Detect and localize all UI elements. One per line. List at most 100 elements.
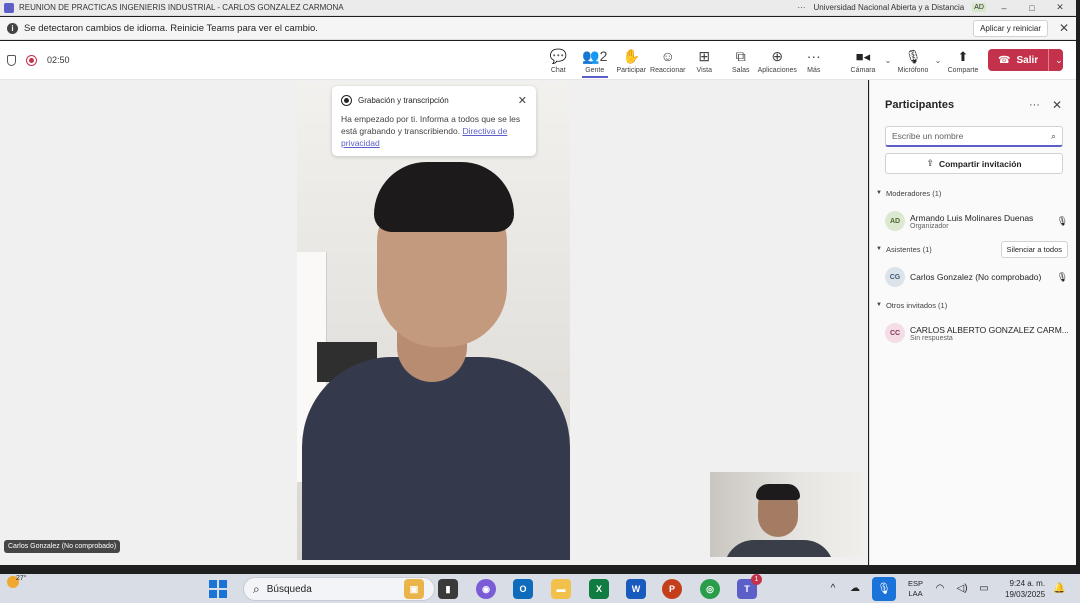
tool-chat-button[interactable]: 💬 Chat	[540, 41, 577, 80]
section-label: Asistentes (1)	[885, 244, 932, 254]
video-person-hair	[374, 162, 514, 232]
lang-top: ESP	[908, 578, 924, 588]
leave-chevron-down-icon[interactable]: ⌄	[1055, 55, 1063, 66]
section-label: Moderadores (1)	[885, 188, 942, 198]
org-avatar-badge[interactable]: AD	[972, 3, 986, 12]
taskbar-search-label: Búsqueda	[266, 583, 312, 595]
section-moderators[interactable]: ▼ Moderadores (1)	[870, 182, 1076, 204]
weather-widget[interactable]: 27°	[7, 575, 27, 588]
word-icon[interactable]: W	[626, 579, 646, 599]
info-icon: i	[7, 22, 18, 34]
apply-restart-button[interactable]: Aplicar y reiniciar	[973, 19, 1048, 37]
apps-icon: ⊕	[771, 47, 784, 64]
tool-apps-button[interactable]: ⊕ Aplicaciones	[757, 41, 797, 80]
rooms-icon: ⧉	[735, 47, 746, 64]
camera-button[interactable]: ■◂ Cámara ⌄	[844, 41, 894, 80]
titlebar-more-icon[interactable]: ···	[798, 3, 806, 12]
start-tile	[218, 580, 227, 589]
tool-raise-hand-button[interactable]: ✋ Participar	[613, 41, 650, 80]
system-clock[interactable]: 9:24 a. m. 19/03/2025	[1005, 578, 1045, 600]
leave-label: Salir	[1016, 54, 1039, 66]
window-titlebar: REUNION DE PRACTICAS INGENIERIS INDUSTRI…	[0, 0, 1076, 16]
microphone-icon[interactable]: 🎙	[1057, 216, 1068, 227]
participant-row[interactable]: CC CARLOS ALBERTO GONZALEZ CARM... Sin r…	[870, 316, 1076, 350]
notification-bell-icon[interactable]: 🔔	[1053, 583, 1065, 594]
tool-view-button[interactable]: ⊞ Vista	[686, 41, 723, 80]
chat-icon: 💬	[549, 47, 567, 64]
people-icon: 👥2	[582, 47, 608, 64]
tool-label: Chat	[550, 66, 566, 74]
language-change-notice: i Se detectaron cambios de idioma. Reini…	[0, 17, 1076, 40]
mic-button[interactable]: 🎙 Micrófono ⌄	[894, 41, 944, 80]
mic-chevron-down-icon[interactable]: ⌄	[932, 56, 944, 65]
microphone-in-use-icon[interactable]: 🎙	[872, 576, 896, 601]
microphone-icon[interactable]: 🎙	[1057, 272, 1068, 283]
avatar: CC	[885, 323, 905, 343]
shield-icon[interactable]	[7, 54, 16, 66]
file-explorer-icon[interactable]: ▬	[551, 579, 571, 599]
input-language[interactable]: ESP LAA	[908, 579, 923, 599]
excel-icon[interactable]: X	[589, 579, 609, 599]
mic-label: Micrófono	[897, 66, 929, 74]
org-name[interactable]: Universidad Nacional Abierta y a Distanc…	[814, 3, 965, 12]
share-button[interactable]: ⬆ Comparte	[944, 41, 982, 80]
camera-icon: ■◂	[855, 48, 871, 64]
participants-more-icon[interactable]: ···	[1029, 99, 1040, 111]
close-window-button[interactable]: ✕	[1050, 2, 1070, 13]
tool-react-button[interactable]: ☺ Reaccionar	[650, 41, 687, 80]
participants-panel: Participantes ··· ✕ Escribe un nombre ⌕ …	[869, 80, 1076, 565]
section-label: Otros invitados (1)	[885, 300, 948, 310]
recording-body: Ha empezado por ti. Informa a todos que …	[341, 113, 527, 149]
outlook-icon[interactable]: O	[513, 579, 533, 599]
participant-row[interactable]: CG Carlos Gonzalez (No comprobado) 🎙	[870, 260, 1076, 294]
tool-more-button[interactable]: ··· Más	[796, 41, 833, 80]
microphone-icon: 🎙	[904, 48, 922, 64]
participants-title: Participantes	[885, 99, 955, 111]
recording-notification: Grabación y transcripción ✕ Ha empezado …	[332, 86, 536, 156]
participant-row[interactable]: AD Armando Luis Molinares Duenas Organiz…	[870, 204, 1076, 238]
tool-label: Participar	[616, 66, 647, 74]
participant-status: Sin respuesta	[910, 334, 953, 342]
avatar: AD	[885, 211, 905, 231]
meeting-toolbar: 02:50 💬 Chat 👥2 Gente ✋ Participar ☺ Rea…	[0, 41, 1076, 80]
participant-name: CARLOS ALBERTO GONZALEZ CARM...	[910, 324, 1068, 335]
tool-label: Aplicaciones	[757, 66, 797, 74]
camera-chevron-down-icon[interactable]: ⌄	[882, 56, 894, 65]
section-other-invitees[interactable]: ▼ Otros invitados (1)	[870, 294, 1076, 316]
notice-close-icon[interactable]: ✕	[1052, 21, 1076, 35]
windows-start-button[interactable]	[209, 580, 227, 598]
clock-date: 19/03/2025	[1005, 589, 1046, 599]
main-video-name-tag: Carlos Gonzalez (No comprobado)	[4, 540, 121, 553]
maximize-button[interactable]: □	[1022, 3, 1042, 13]
recording-close-icon[interactable]: ✕	[518, 94, 527, 107]
recording-indicator-icon	[26, 54, 37, 66]
camera-label: Cámara	[850, 66, 876, 74]
task-view-icon[interactable]: ▮	[438, 579, 458, 599]
participant-name: Carlos Gonzalez (No comprobado)	[910, 272, 1042, 282]
leave-button[interactable]: ☎ Salir ⌄	[988, 49, 1063, 71]
recording-icon	[341, 95, 352, 106]
tool-rooms-button[interactable]: ⧉ Salas	[723, 41, 760, 80]
search-icon: ⌕	[253, 581, 260, 596]
wifi-icon[interactable]: ◠	[929, 583, 951, 594]
meeting-timer: 02:50	[47, 55, 70, 65]
powerpoint-icon[interactable]: P	[662, 579, 682, 599]
self-video-preview[interactable]	[710, 472, 864, 557]
participants-close-icon[interactable]: ✕	[1052, 98, 1062, 112]
teams-app-icon	[4, 2, 14, 13]
widgets-app-icon[interactable]: ▣	[404, 579, 424, 599]
chrome-icon[interactable]: ◎	[700, 579, 720, 599]
mute-all-button[interactable]: Silenciar a todos	[1000, 240, 1068, 258]
tool-people-button[interactable]: 👥2 Gente	[577, 41, 614, 80]
copilot-icon[interactable]: ◉	[476, 579, 496, 599]
self-video-body	[724, 540, 834, 557]
hang-up-icon: ☎	[998, 54, 1011, 66]
minimize-button[interactable]: –	[994, 3, 1014, 13]
section-attendees[interactable]: ▼ Asistentes (1) Silenciar a todos	[870, 238, 1076, 260]
volume-icon[interactable]: ◁)	[951, 583, 973, 594]
share-invite-button[interactable]: ⇪ Compartir invitación	[885, 153, 1063, 174]
chevron-up-icon[interactable]: ^	[822, 583, 844, 594]
cloud-icon[interactable]: ☁	[844, 583, 866, 594]
battery-icon[interactable]: ▭	[973, 583, 995, 594]
participant-search-input[interactable]: Escribe un nombre ⌕	[885, 126, 1063, 147]
